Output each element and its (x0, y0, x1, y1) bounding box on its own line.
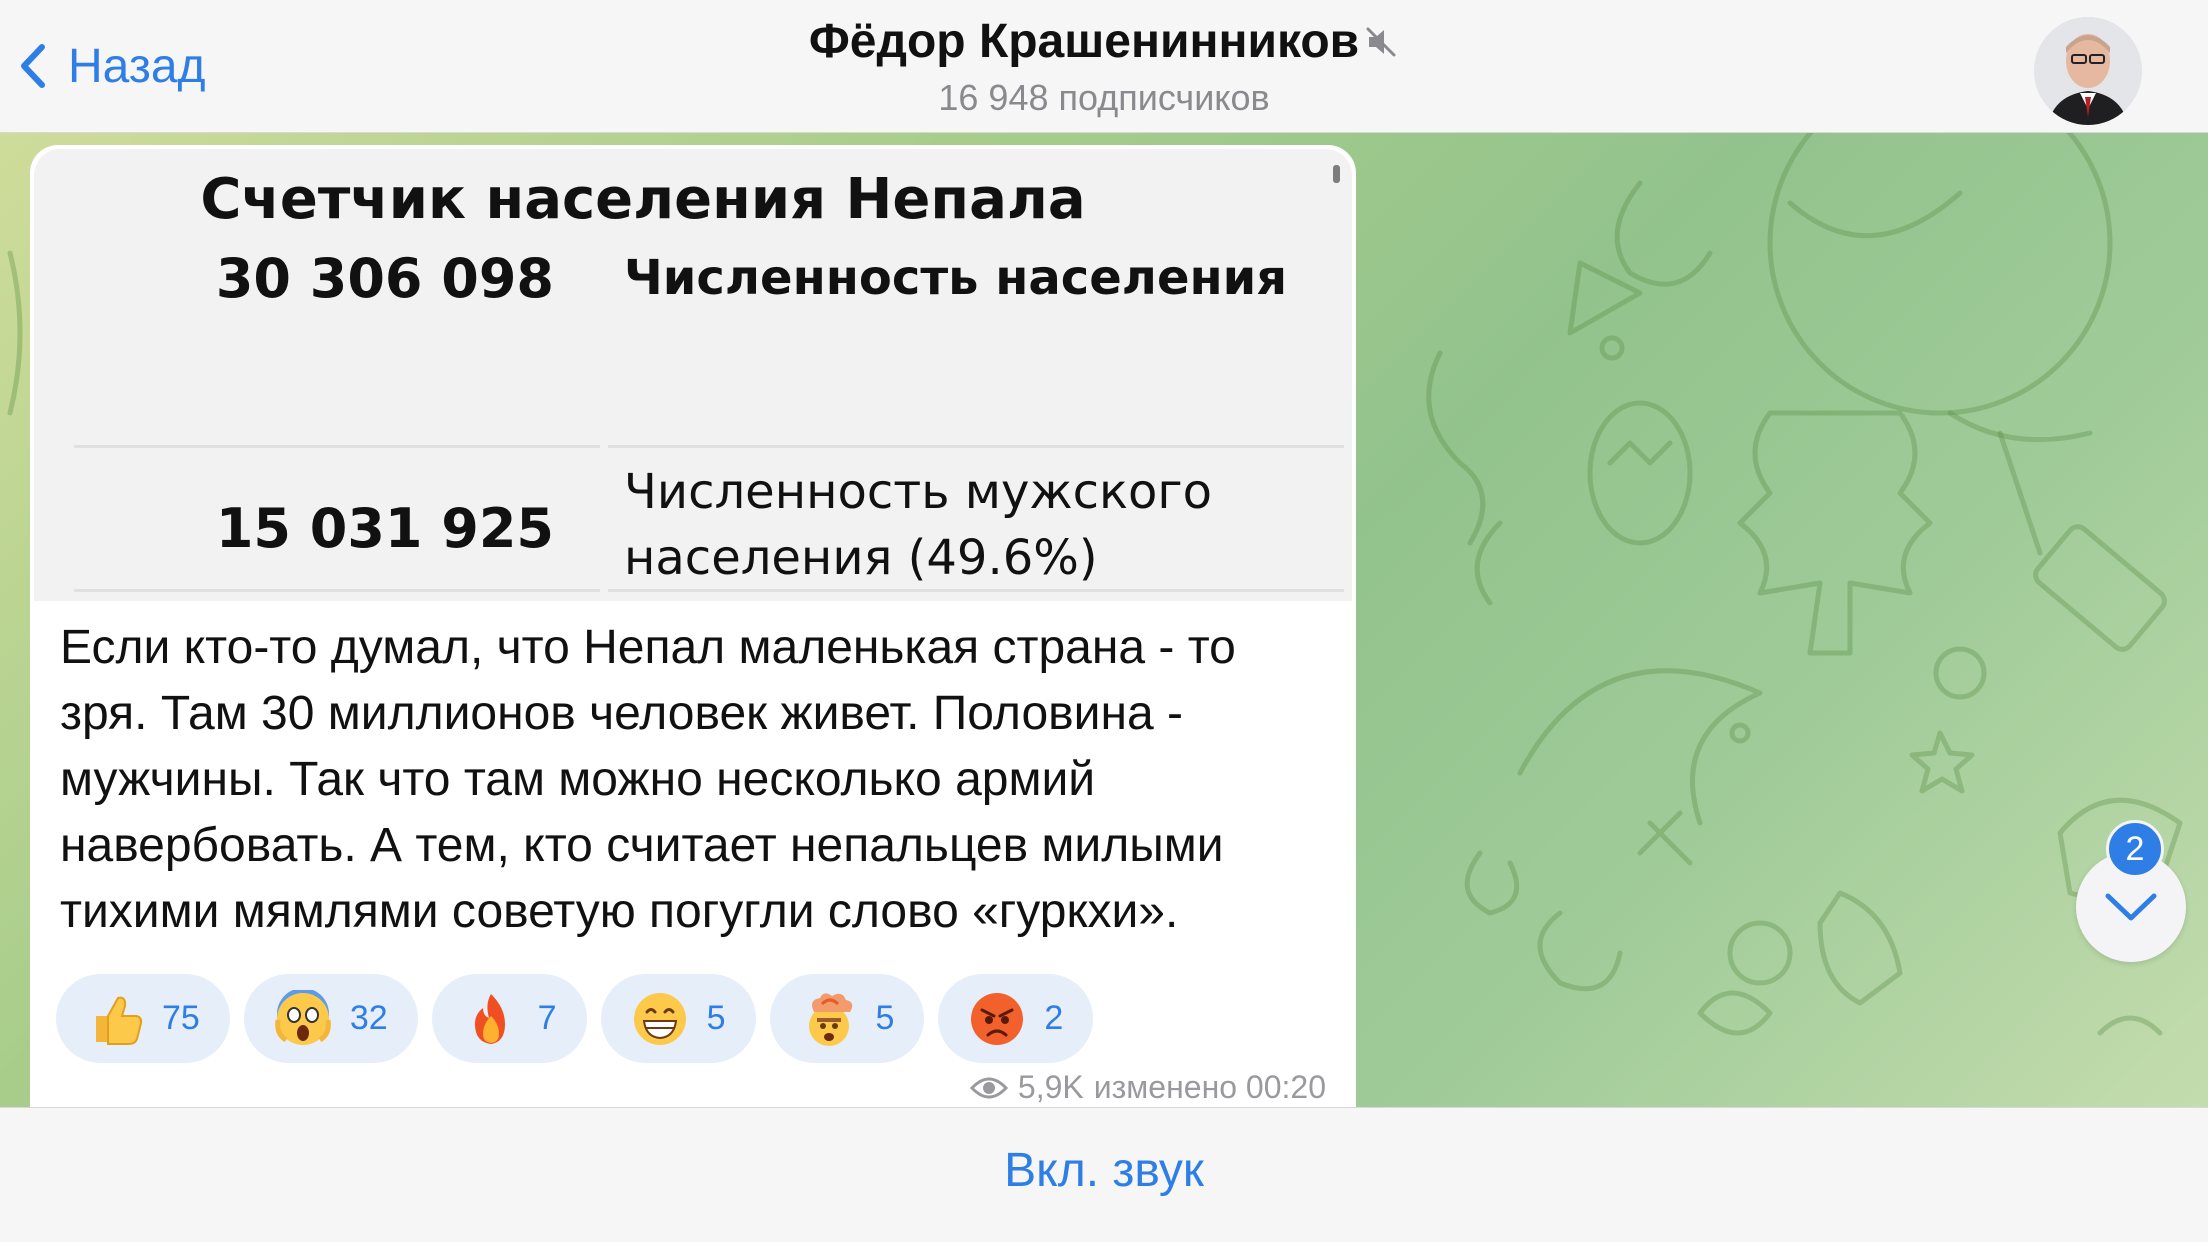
reaction-screaming-face[interactable]: 32 (243, 974, 418, 1063)
chevron-down-icon (2105, 893, 2157, 921)
population-counter-card[interactable]: Счетчик населения Непала 30 306 098 Числ… (34, 149, 1352, 601)
eye-icon (969, 1077, 1008, 1098)
row-divider (74, 589, 600, 592)
reaction-grinning-face[interactable]: 5 (600, 974, 756, 1063)
channel-title-block[interactable]: Фёдор Крашенинников 16 948 подписчиков (0, 14, 2208, 119)
channel-post-bubble[interactable]: Счетчик населения Непала 30 306 098 Числ… (30, 145, 1356, 1107)
speaker-muted-icon (1366, 27, 1396, 56)
male-population-label-line1: Численность мужского (624, 464, 1212, 520)
post-meta: 5,9K изменено 00:20 (969, 1069, 1326, 1106)
thumbs-up-icon (96, 996, 143, 1045)
chat-area[interactable]: Счетчик населения Непала 30 306 098 Числ… (0, 133, 2208, 1107)
card-title: Счетчик населения Непала (200, 167, 1086, 232)
post-text-line: мужчины. Так что там можно несколько арм… (60, 753, 1096, 806)
post-text-line: зря. Там 30 миллионов человек живет. Пол… (60, 687, 1184, 740)
view-count: 5,9K (1017, 1069, 1084, 1105)
reaction-thumbs-up[interactable]: 75 (56, 974, 230, 1063)
reaction-count: 5 (706, 999, 726, 1037)
avatar-image (2034, 17, 2142, 125)
avatar[interactable] (2034, 17, 2142, 125)
telegram-channel-screen: Назад Фёдор Крашенинников 16 948 подписч… (0, 0, 2208, 1242)
channel-name: Фёдор Крашенинников (808, 15, 1360, 68)
total-population-value: 30 306 098 (215, 247, 554, 310)
total-population-label: Численность населения (624, 250, 1288, 306)
male-population-value: 15 031 925 (215, 497, 554, 560)
reaction-exploding-head[interactable]: 5 (769, 974, 925, 1063)
post-text-line: тихими мямлями советую погугли слово «гу… (60, 885, 1179, 938)
subscriber-count: 16 948 подписчиков (938, 77, 1270, 118)
post-text: Если кто-то думал, что Непал маленькая с… (60, 615, 1350, 945)
navigation-header: Назад Фёдор Крашенинников 16 948 подписч… (0, 0, 2208, 133)
angry-face-icon (971, 992, 1024, 1045)
reaction-count: 75 (162, 999, 200, 1037)
male-population-label-line2: населения (49.6%) (624, 530, 1098, 586)
unread-badge: 2 (2106, 820, 2164, 878)
fire-icon (474, 993, 505, 1044)
grinning-face-icon (633, 992, 686, 1045)
exploding-head-icon (808, 992, 852, 1046)
bottom-bar: Вкл. звук (0, 1107, 2208, 1242)
reaction-count: 32 (349, 999, 388, 1037)
reaction-count: 2 (1044, 999, 1064, 1037)
screaming-face-icon (275, 989, 331, 1045)
post-text-line: Если кто-то думал, что Непал маленькая с… (60, 621, 1236, 674)
edited-timestamp: изменено 00:20 (1093, 1069, 1326, 1105)
reactions-row: 75 32 7 5 5 2 (56, 974, 1094, 1063)
reaction-fire[interactable]: 7 (431, 974, 587, 1063)
reaction-count: 5 (875, 999, 895, 1037)
channel-title: Фёдор Крашенинников (809, 14, 1399, 69)
row-divider (608, 589, 1344, 592)
reaction-count: 7 (537, 999, 557, 1037)
post-text-line: навербовать. А тем, кто считает непальце… (60, 819, 1224, 872)
reaction-angry-face[interactable]: 2 (938, 974, 1094, 1063)
row-divider (608, 445, 1344, 448)
row-divider (74, 445, 600, 448)
unmute-button[interactable]: Вкл. звук (1004, 1143, 1204, 1198)
